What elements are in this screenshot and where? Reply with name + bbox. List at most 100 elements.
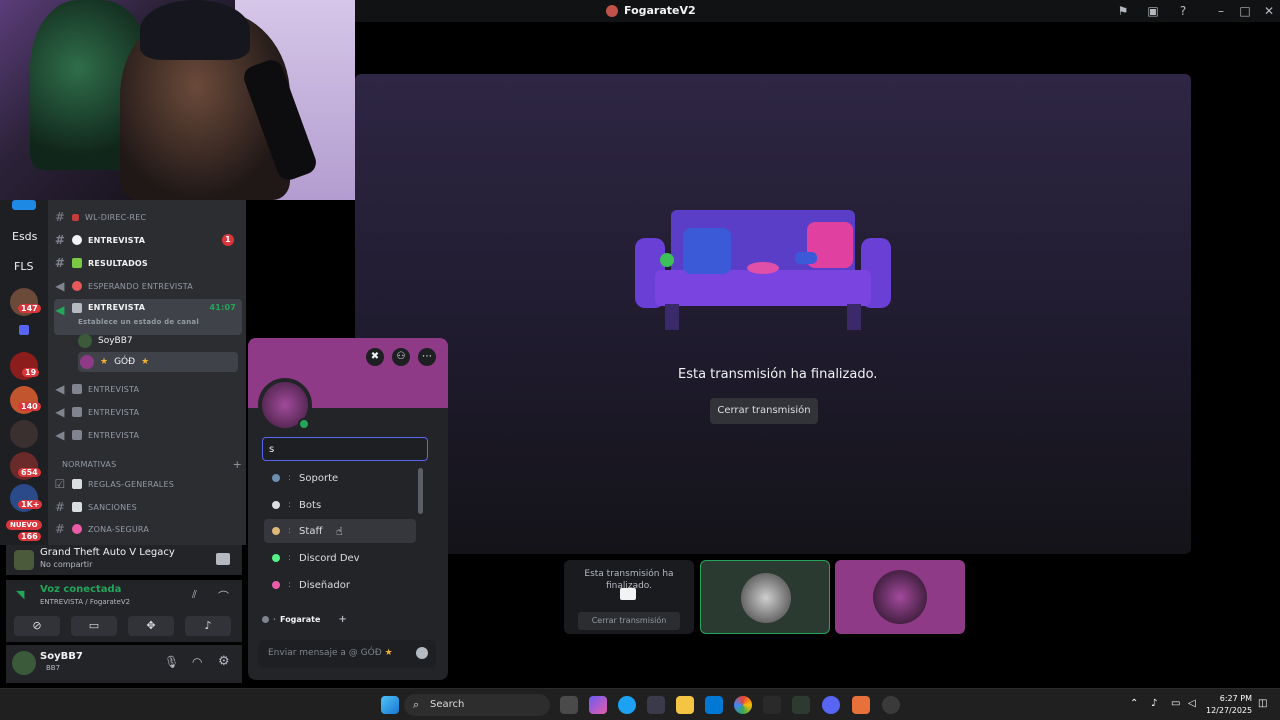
folder-icon[interactable] [19,325,29,335]
headphones-icon[interactable]: ◠ [192,655,202,669]
channel-status-hint[interactable]: Establece un estado de canal [78,318,199,326]
noise-suppression-icon[interactable]: ⫽ [192,588,197,602]
share-screen-button[interactable]: ▭ [71,616,117,636]
channel-item[interactable]: ☑ REGLAS-GENERALES [54,474,242,494]
chat-icon [72,235,82,245]
checkbox-icon: ☑ [54,477,66,491]
user-tag: BB7 [46,664,61,672]
voice-status[interactable]: Voz conectada [40,584,121,595]
app-icon[interactable] [882,696,900,714]
volume-icon[interactable]: ◁ [1188,698,1196,709]
server-esds[interactable]: Esds [12,230,37,243]
copilot-icon[interactable] [589,696,607,714]
speaker-icon: ◀ [55,279,65,293]
close-stream-button[interactable]: Cerrar transmisión [710,398,818,424]
server-fls[interactable]: FLS [14,260,33,273]
role-option[interactable]: : Bots [264,493,416,517]
add-channel-icon[interactable]: + [233,458,242,471]
channel-label: ENTREVISTA [88,384,140,394]
camera-off-button[interactable]: ⊘ [14,616,60,636]
voice-user-name: GÓÐ [114,357,136,367]
role-name: Diseñador [299,579,350,591]
emoji-icon[interactable] [416,647,428,659]
network-icon[interactable]: ▭ [1171,698,1180,709]
minimize-icon[interactable]: – [1214,4,1228,18]
channel-item[interactable]: # SANCIONES [54,497,242,517]
role-search-input[interactable] [262,437,428,461]
channel-item[interactable]: ◀ ENTREVISTA [54,402,242,422]
add-role-icon[interactable]: + [338,614,346,625]
voice-active-icon: ◀ [55,303,65,317]
steam-icon[interactable] [763,696,781,714]
channel-item[interactable]: ◀ ENTREVISTA [54,379,242,399]
maximize-icon[interactable]: □ [1238,4,1252,18]
role-pill[interactable]: · Fogarate + [262,614,347,625]
xbox-icon[interactable] [792,696,810,714]
chrome-icon[interactable] [734,696,752,714]
close-icon[interactable]: ✕ [1262,4,1276,18]
taskbar-search[interactable]: ⌕ Search [404,694,550,716]
avatar[interactable] [12,651,36,675]
notification-icon[interactable]: ◫ [1258,698,1267,709]
taskbar-clock[interactable]: 6:27 PM 12/27/2025 [1206,693,1252,717]
add-friend-icon[interactable]: ⚇ [392,348,410,366]
channel-item[interactable]: # ENTREVISTA 1 [54,230,242,250]
game-title: Grand Theft Auto V Legacy [40,547,175,558]
mic-tray-icon[interactable]: ♪ [1151,698,1157,709]
thumb-close-button[interactable]: Cerrar transmisión [578,612,680,630]
store-icon[interactable] [647,696,665,714]
voice-user[interactable]: SoyBB7 [78,331,238,351]
disconnect-icon[interactable]: ⌒ [218,588,229,604]
game-activity-panel: Grand Theft Auto V Legacy No compartir [6,545,242,575]
role-option[interactable]: : Diseñador [264,573,416,597]
folder-icon[interactable] [676,696,694,714]
soundboard-button[interactable]: ♪ [185,616,231,636]
channel-item[interactable]: # ZONA-SEGURA [54,519,242,539]
server-badge: 166 [18,532,41,541]
screen-share-icon[interactable] [216,553,230,565]
message-input[interactable]: Enviar mensaje a @ GÓÐ ★ [258,640,436,668]
channel-item[interactable]: ◀ ENTREVISTA [54,425,242,445]
user-name[interactable]: SoyBB7 [40,651,83,662]
stream-thumbnail[interactable]: Esta transmisión ha finalizado. Cerrar t… [564,560,694,634]
microphone-icon[interactable]: 🎙︎ [164,655,179,669]
channel-item[interactable]: ◀ ESPERANDO ENTREVISTA [54,276,242,296]
start-icon[interactable] [381,696,399,714]
app-icon[interactable] [852,696,870,714]
task-view-icon[interactable] [560,696,578,714]
help-icon[interactable]: ? [1176,4,1190,18]
channel-item[interactable]: # WL-DIREC-REC [54,207,242,227]
tools-icon[interactable]: ✖ [366,348,384,366]
role-option[interactable]: : Soporte [264,466,416,490]
more-icon[interactable]: ⋯ [418,348,436,366]
voice-location[interactable]: ENTREVISTA / FogarateV2 [40,598,130,606]
server-badge: 147 [18,304,41,313]
role-list-scrollbar[interactable] [418,468,423,514]
tray-chevron-icon[interactable]: ⌃ [1130,698,1138,709]
avatar [78,334,92,348]
server-icon[interactable] [10,420,38,448]
flag-icon[interactable]: ⚑ [1116,4,1130,18]
channel-item[interactable]: # RESULTADOS [54,253,242,273]
voice-user[interactable]: ★ GÓÐ ★ [78,352,238,372]
inbox-icon[interactable]: ▣ [1146,4,1160,18]
separator: : [288,580,292,590]
settings-gear-icon[interactable]: ⚙ [218,654,230,669]
speaker-icon: ◀ [55,382,65,396]
participant-tile[interactable] [700,560,830,634]
channel-label: WL-DIREC-REC [85,212,147,222]
discord-icon[interactable] [822,696,840,714]
participant-tile[interactable] [835,560,965,634]
role-color-dot [272,554,280,562]
channel-item-active[interactable]: ◀ ENTREVISTA 41:07 Establece un estado d… [54,299,242,335]
discord-home-icon[interactable] [12,200,36,210]
hash-icon: # [54,256,66,270]
role-option[interactable]: : Discord Dev [264,546,416,570]
role-name: Soporte [299,472,339,484]
category-header[interactable]: NORMATIVAS + [62,454,250,474]
phone-icon [72,384,82,394]
role-option[interactable]: : Staff ☝ [264,519,416,543]
edge-icon[interactable] [618,696,636,714]
mail-icon[interactable] [705,696,723,714]
activities-button[interactable]: ✥ [128,616,174,636]
